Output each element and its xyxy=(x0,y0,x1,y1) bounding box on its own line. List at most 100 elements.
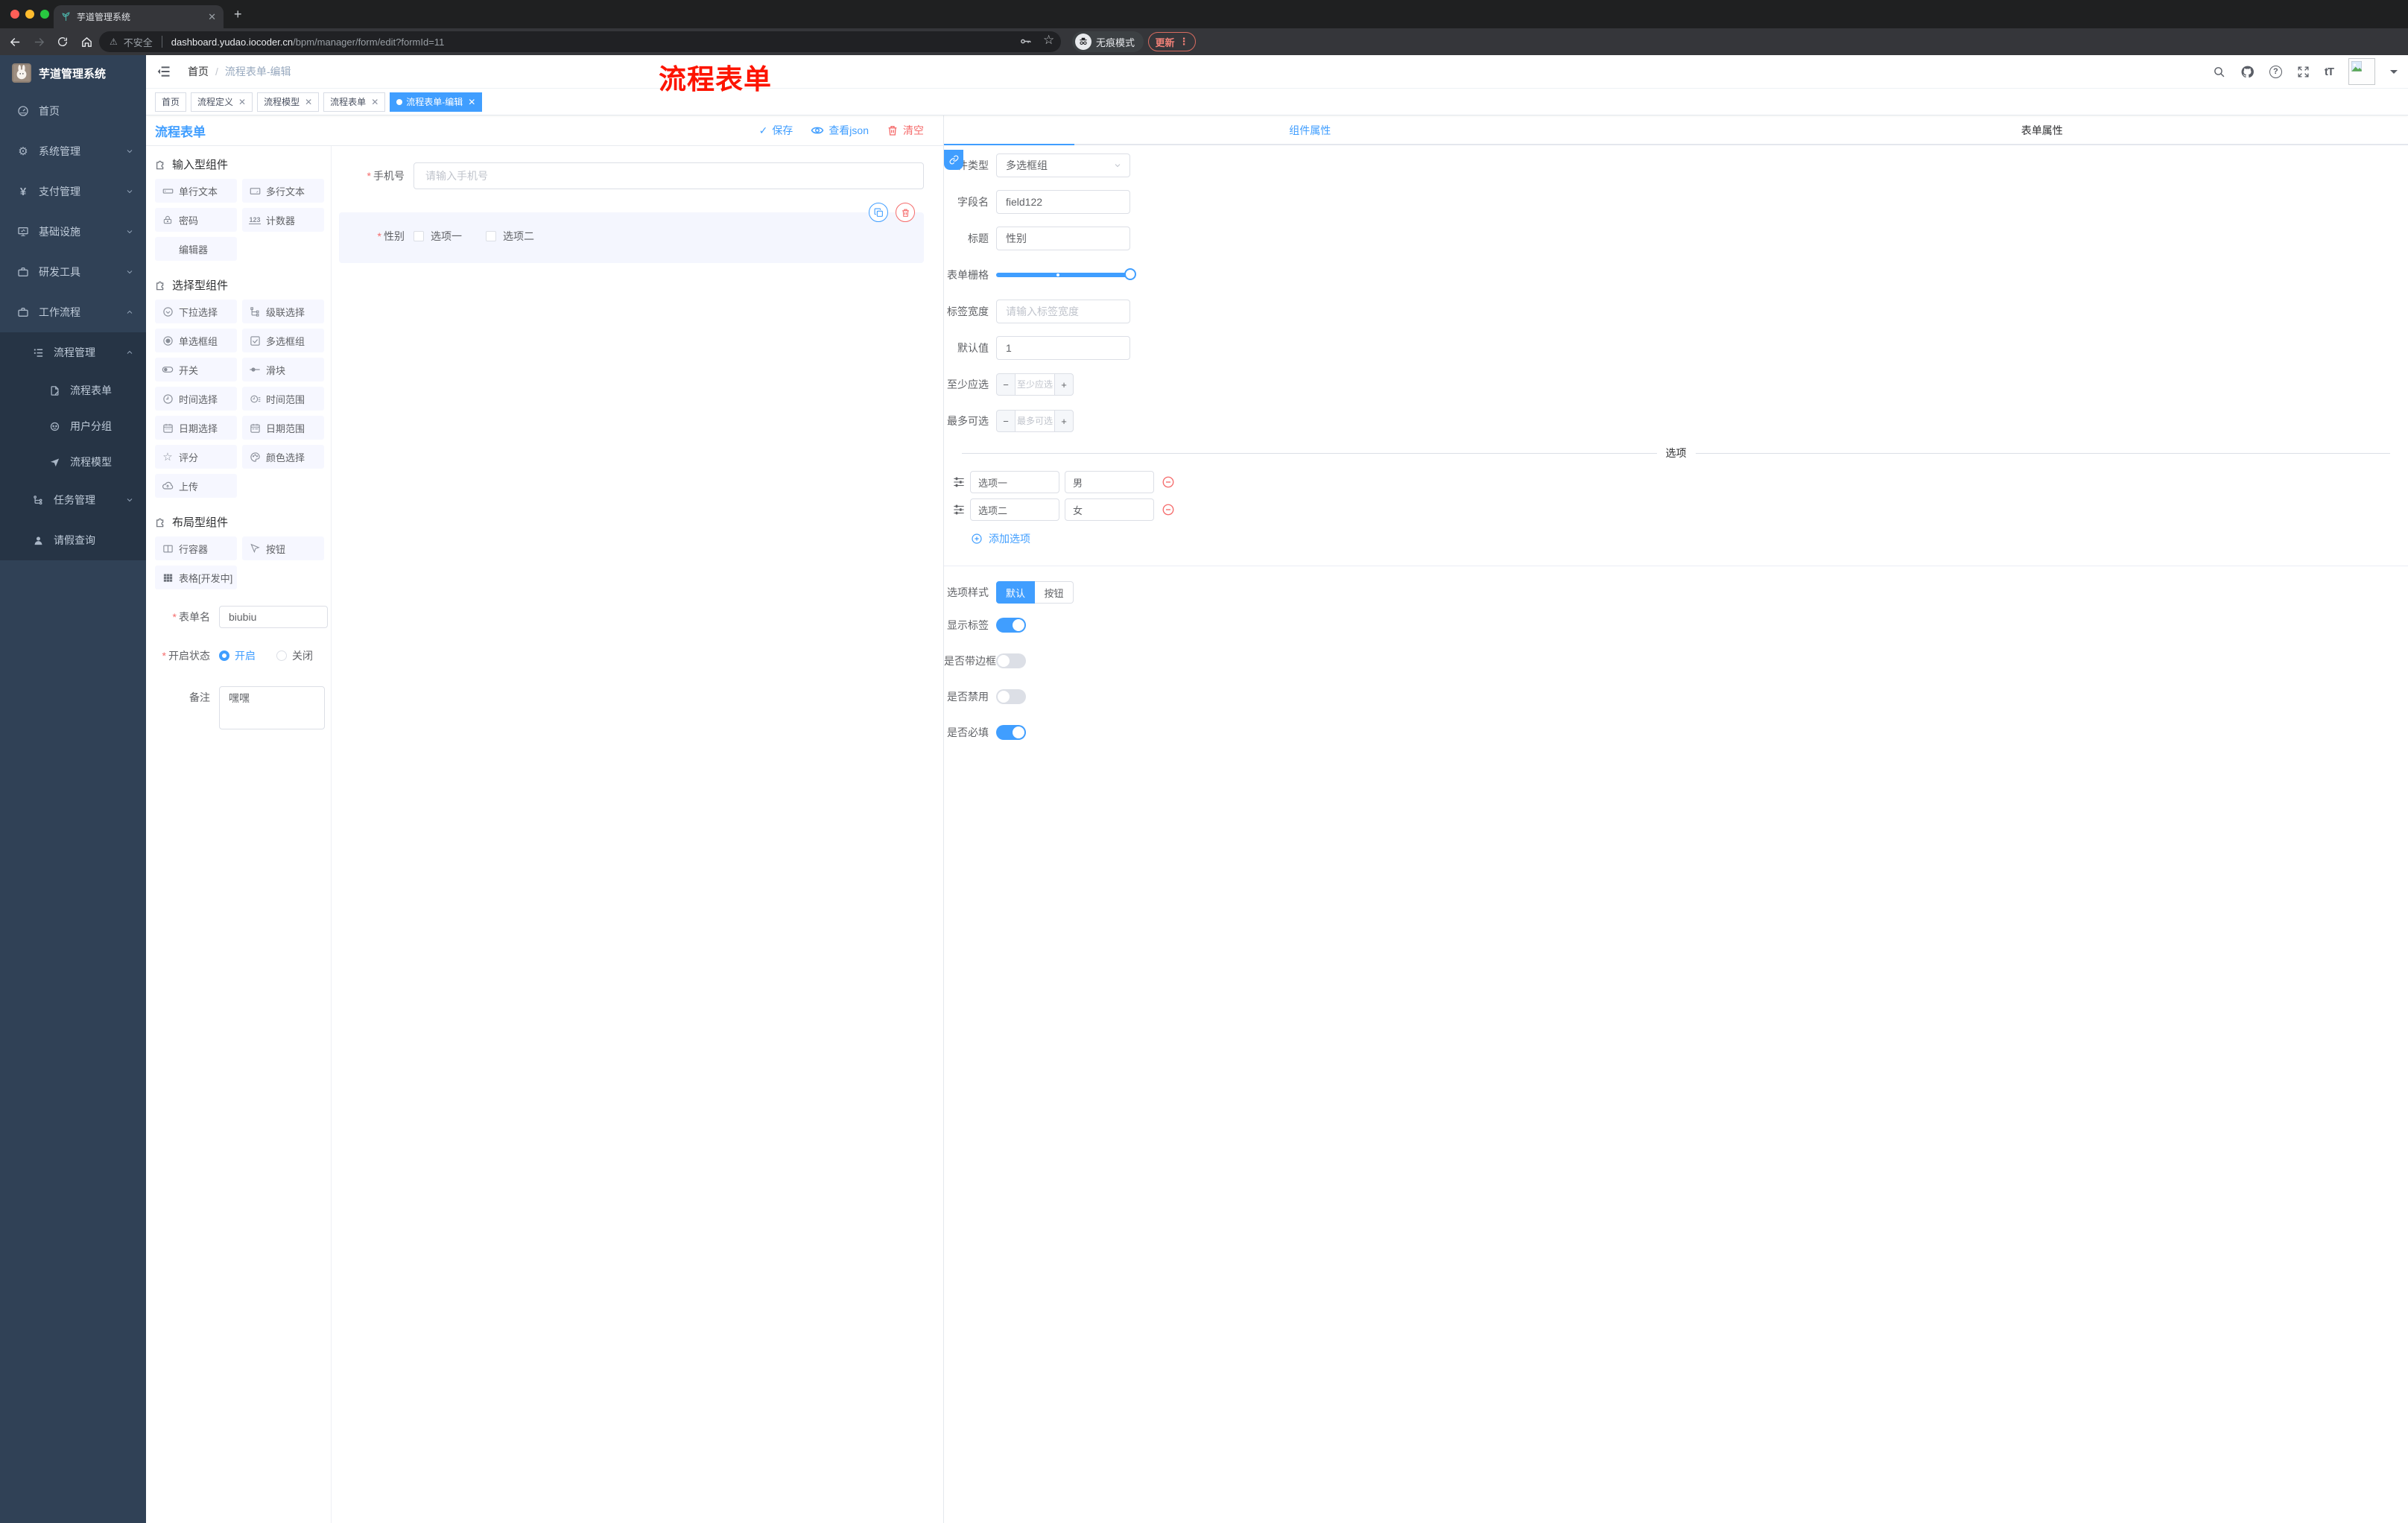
tag-process-form-edit[interactable]: 流程表单-编辑 ✕ xyxy=(390,92,483,112)
option-value-input[interactable] xyxy=(1065,471,1154,493)
tag-process-definition[interactable]: 流程定义 ✕ xyxy=(191,92,253,112)
checkbox-icon[interactable] xyxy=(486,231,496,241)
gender-checkbox-1[interactable]: 选项一 xyxy=(414,229,462,244)
breadcrumb-home[interactable]: 首页 xyxy=(188,64,209,79)
phone-input[interactable] xyxy=(414,162,924,189)
component-item-date-picker[interactable]: 日期选择 xyxy=(155,416,237,440)
style-button-button[interactable]: 按钮 xyxy=(1035,581,1074,604)
status-radio-off[interactable]: 关闭 xyxy=(276,645,313,667)
url-bar[interactable]: ⚠ 不安全 dashboard.yudao.iocoder.cn/bpm/man… xyxy=(99,31,1061,52)
sidebar-item-process-mgmt[interactable]: 流程管理 xyxy=(0,332,146,373)
component-item-row-container[interactable]: 行容器 xyxy=(155,536,237,560)
view-json-button[interactable]: 查看json xyxy=(811,123,869,138)
remove-option-icon[interactable] xyxy=(1162,503,1175,516)
tag-process-form[interactable]: 流程表单 ✕ xyxy=(323,92,386,112)
sidebar-item-payment[interactable]: ¥ 支付管理 xyxy=(0,171,146,212)
minus-icon[interactable]: − xyxy=(997,411,1015,431)
close-icon[interactable]: ✕ xyxy=(371,97,378,107)
tab-form-props[interactable]: 表单属性 xyxy=(1676,115,2408,144)
component-item-password[interactable]: 密码 xyxy=(155,208,237,232)
github-icon[interactable] xyxy=(2240,65,2255,79)
component-item-single-text[interactable]: 单行文本 xyxy=(155,179,237,203)
label-width-input[interactable] xyxy=(996,300,1130,323)
component-item-checkbox-group[interactable]: 多选框组 xyxy=(242,329,324,352)
caret-down-icon[interactable] xyxy=(2390,69,2398,77)
form-grid-slider[interactable] xyxy=(996,268,1136,280)
drag-handle-icon[interactable] xyxy=(953,476,965,488)
hamburger-icon[interactable] xyxy=(156,64,171,79)
sidebar-item-leave-query[interactable]: 请假查询 xyxy=(0,520,146,560)
close-icon[interactable]: ✕ xyxy=(238,97,246,107)
checkbox-icon[interactable] xyxy=(414,231,424,241)
form-canvas[interactable]: *手机号 *性别 选项一 选项二 xyxy=(332,146,943,1523)
delete-component-button[interactable] xyxy=(896,203,915,222)
close-icon[interactable]: ✕ xyxy=(468,97,475,107)
max-select-input[interactable] xyxy=(1015,411,1055,431)
avatar[interactable] xyxy=(2348,58,2375,85)
option-label-input[interactable] xyxy=(970,471,1059,493)
add-option-button[interactable]: 添加选项 xyxy=(971,531,2408,546)
show-label-switch[interactable] xyxy=(996,618,1026,633)
component-item-time-range[interactable]: 时间范围 xyxy=(242,387,324,411)
component-item-textarea[interactable]: 多行文本 xyxy=(242,179,324,203)
plus-icon[interactable]: + xyxy=(1055,411,1073,431)
new-tab-icon[interactable]: + xyxy=(234,6,242,22)
tag-home[interactable]: 首页 xyxy=(155,92,187,112)
component-item-cascader[interactable]: 级联选择 xyxy=(242,300,324,323)
sidebar-item-system[interactable]: ⚙ 系统管理 xyxy=(0,131,146,171)
remark-textarea[interactable]: 嘿嘿 xyxy=(219,686,325,729)
component-item-slider[interactable]: 滑块 xyxy=(242,358,324,381)
status-radio-on[interactable]: 开启 xyxy=(219,645,256,667)
form-name-input[interactable] xyxy=(219,606,328,628)
back-icon[interactable] xyxy=(7,34,22,49)
browser-update-button[interactable]: 更新 ⋮ xyxy=(1148,32,1196,51)
browser-tab[interactable]: 芋道管理系统 ✕ xyxy=(54,5,224,28)
sidebar-item-workflow[interactable]: 工作流程 xyxy=(0,292,146,332)
fullscreen-icon[interactable] xyxy=(2297,66,2310,78)
option-label-input[interactable] xyxy=(970,498,1059,521)
component-item-editor[interactable]: 编辑器 xyxy=(155,237,237,261)
title-input[interactable] xyxy=(996,227,1130,250)
plus-icon[interactable]: + xyxy=(1055,374,1073,395)
security-warning-icon[interactable]: ⚠ xyxy=(110,37,118,47)
save-button[interactable]: ✓ 保存 xyxy=(759,123,793,138)
disabled-switch[interactable] xyxy=(996,689,1026,704)
style-default-button[interactable]: 默认 xyxy=(996,581,1035,604)
tab-close-icon[interactable]: ✕ xyxy=(208,11,216,23)
gender-field[interactable]: * 性别 选项一 选项二 xyxy=(339,212,924,244)
data-binding-link-icon[interactable] xyxy=(944,150,963,170)
search-icon[interactable] xyxy=(2213,66,2225,78)
component-item-counter[interactable]: 123 计数器 xyxy=(242,208,324,232)
sidebar-item-user-group[interactable]: 用户分组 xyxy=(0,408,146,444)
border-switch[interactable] xyxy=(996,653,1026,668)
canvas-field-gender-selected[interactable]: * 性别 选项一 选项二 xyxy=(339,203,924,263)
help-icon[interactable]: ? xyxy=(2269,65,2282,78)
required-switch[interactable] xyxy=(996,725,1026,740)
clear-button[interactable]: 清空 xyxy=(887,123,924,138)
app-logo[interactable]: 芋道管理系统 xyxy=(0,55,146,91)
option-value-input[interactable] xyxy=(1065,498,1154,521)
component-item-button[interactable]: 按钮 xyxy=(242,536,324,560)
component-item-date-range[interactable]: 日期范围 xyxy=(242,416,324,440)
slider-thumb[interactable] xyxy=(1124,268,1136,280)
password-key-icon[interactable] xyxy=(1019,35,1032,48)
copy-component-button[interactable] xyxy=(869,203,888,222)
component-item-select[interactable]: 下拉选择 xyxy=(155,300,237,323)
gender-checkbox-2[interactable]: 选项二 xyxy=(486,229,534,244)
component-item-table[interactable]: 表格[开发中] xyxy=(155,566,237,589)
sidebar-item-process-form[interactable]: 流程表单 xyxy=(0,373,146,408)
bookmark-star-icon[interactable]: ☆ xyxy=(1043,33,1054,48)
tag-process-model[interactable]: 流程模型 ✕ xyxy=(257,92,320,112)
minus-icon[interactable]: − xyxy=(997,374,1015,395)
sidebar-item-devtools[interactable]: 研发工具 xyxy=(0,252,146,292)
component-item-color-picker[interactable]: 颜色选择 xyxy=(242,445,324,469)
browser-menu-icon[interactable]: ⋮ xyxy=(1179,36,1189,48)
component-item-radio-group[interactable]: 单选框组 xyxy=(155,329,237,352)
default-value-input[interactable] xyxy=(996,336,1130,360)
component-item-switch[interactable]: 开关 xyxy=(155,358,237,381)
tab-component-props[interactable]: 组件属性 xyxy=(944,115,1676,144)
sidebar-item-process-model[interactable]: 流程模型 xyxy=(0,444,146,480)
component-item-time-picker[interactable]: 时间选择 xyxy=(155,387,237,411)
field-name-input[interactable] xyxy=(996,190,1130,214)
forward-icon[interactable] xyxy=(31,34,46,49)
